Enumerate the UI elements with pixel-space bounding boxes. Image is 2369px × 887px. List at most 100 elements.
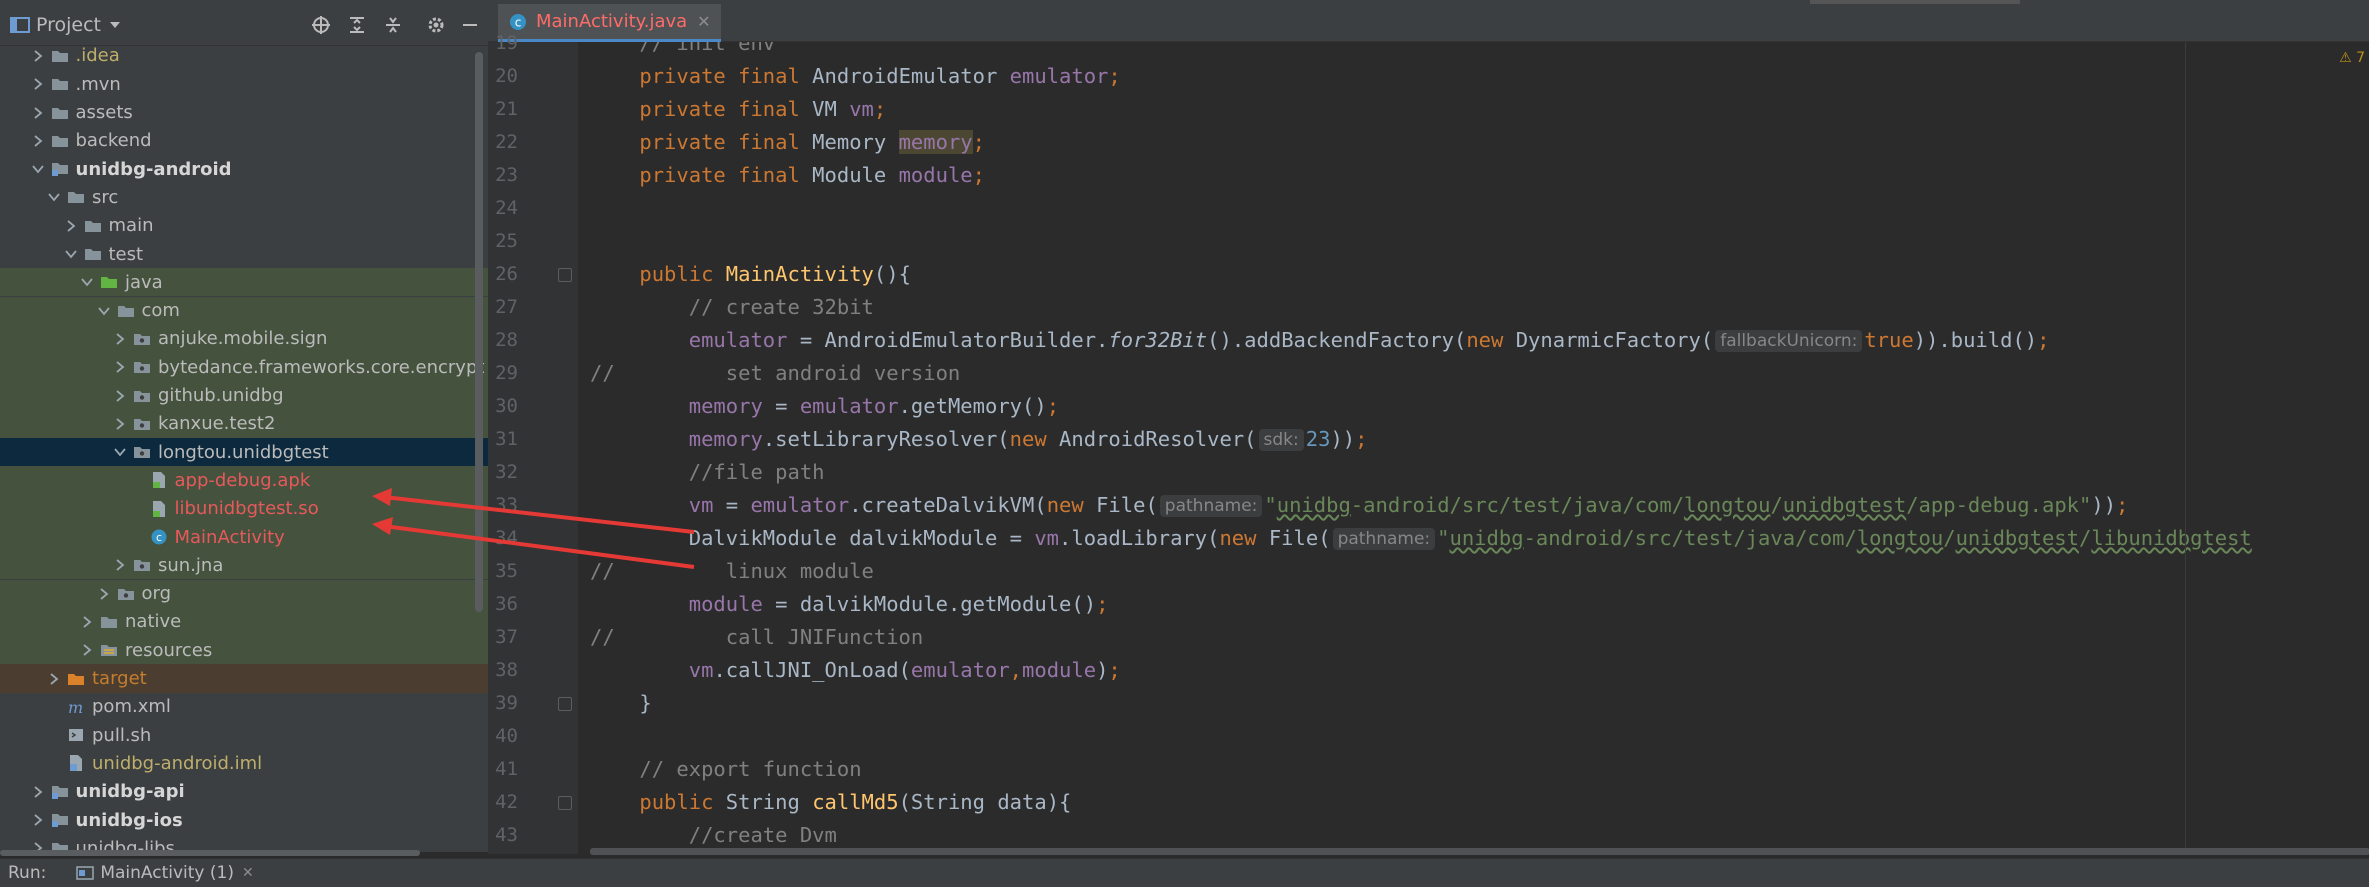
code-line[interactable]: // export function — [590, 753, 2369, 786]
tree-item[interactable]: .mvn — [0, 70, 488, 98]
tree-item[interactable]: kanxue.test2 — [0, 409, 488, 438]
chevron-right-icon[interactable] — [27, 782, 49, 802]
code-line[interactable]: public MainActivity(){ — [590, 258, 2369, 291]
chevron-right-icon[interactable] — [27, 74, 49, 94]
tree-item[interactable]: c MainActivity — [0, 522, 488, 552]
tree-item[interactable]: pull.sh — [0, 721, 488, 749]
chevron-right-icon[interactable] — [109, 555, 131, 575]
tree-item[interactable]: unidbg-api — [0, 778, 488, 806]
project-tree: unidbg [unidbg-parent] ~/Desktop/unidbg.… — [0, 46, 488, 852]
code-line[interactable]: public String callMd5(String data){ — [590, 786, 2369, 819]
chevron-down-icon[interactable] — [109, 442, 131, 462]
run-tab[interactable]: MainActivity (1) ✕ — [76, 863, 254, 883]
chevron-right-icon[interactable] — [27, 131, 49, 151]
code-token: private final — [639, 64, 813, 88]
code-line[interactable]: //file path — [590, 456, 2369, 489]
tree-item[interactable]: m pom.xml — [0, 693, 488, 721]
code-line[interactable]: // set android version — [590, 357, 2369, 390]
chevron-right-icon[interactable] — [109, 386, 131, 406]
tree-item[interactable]: app-debug.apk — [0, 466, 488, 495]
code-line[interactable]: vm = emulator.createDalvikVM(new File(pa… — [590, 489, 2369, 522]
tree-item[interactable]: unidbg-android.iml — [0, 749, 488, 777]
close-icon[interactable]: ✕ — [242, 865, 254, 881]
code-line[interactable]: // init env — [590, 42, 2369, 60]
tree-item[interactable]: anjuke.mobile.sign — [0, 324, 488, 354]
code-line[interactable]: module = dalvikModule.getModule(); — [590, 588, 2369, 621]
chevron-right-icon[interactable] — [109, 414, 131, 434]
tree-item[interactable]: src — [0, 183, 488, 211]
code-line[interactable]: } — [590, 687, 2369, 720]
code-line[interactable] — [590, 720, 2369, 753]
chevron-right-icon[interactable] — [60, 216, 82, 236]
chevron-right-icon[interactable] — [27, 810, 49, 830]
tree-item[interactable]: com — [0, 296, 488, 325]
expand-all-icon[interactable] — [347, 15, 367, 35]
fold-marker-icon[interactable] — [558, 268, 572, 282]
tree-item[interactable]: main — [0, 212, 488, 240]
chevron-right-icon[interactable] — [27, 46, 49, 66]
code-editor[interactable]: // init env private final AndroidEmulato… — [578, 42, 2369, 854]
tree-item[interactable]: native — [0, 607, 488, 637]
code-line[interactable] — [590, 225, 2369, 258]
tree-vertical-scrollbar[interactable] — [475, 52, 483, 612]
tree-item[interactable]: github.unidbg — [0, 381, 488, 410]
chevron-right-icon[interactable] — [27, 103, 49, 123]
tree-item[interactable]: .idea — [0, 46, 488, 70]
code-token: )) — [2091, 493, 2117, 517]
chevron-right-icon[interactable] — [109, 357, 131, 377]
chevron-right-icon[interactable] — [93, 584, 115, 604]
minimize-icon[interactable] — [460, 15, 480, 35]
code-token: (){ — [873, 262, 911, 286]
chevron-right-icon[interactable] — [109, 329, 131, 349]
tree-item[interactable]: longtou.unidbgtest — [0, 438, 488, 467]
code-line[interactable]: DalvikModule dalvikModule = vm.loadLibra… — [590, 522, 2369, 555]
close-icon[interactable]: ✕ — [697, 12, 710, 31]
collapse-all-icon[interactable] — [383, 15, 403, 35]
chevron-right-icon[interactable] — [76, 612, 98, 632]
tree-item[interactable]: unidbg-ios — [0, 806, 488, 834]
code-line[interactable]: memory.setLibraryResolver(new AndroidRes… — [590, 423, 2369, 456]
tree-item[interactable]: sun.jna — [0, 551, 488, 580]
chevron-right-icon[interactable] — [43, 669, 65, 689]
code-line[interactable] — [590, 192, 2369, 225]
fold-marker-icon[interactable] — [558, 796, 572, 810]
chevron-down-icon[interactable] — [27, 159, 49, 179]
code-line[interactable]: private final AndroidEmulator emulator; — [590, 60, 2369, 93]
chevron-down-icon[interactable] — [60, 244, 82, 264]
chevron-right-icon[interactable] — [76, 640, 98, 660]
tree-item[interactable]: target — [0, 664, 488, 693]
tree-item[interactable]: backend — [0, 127, 488, 155]
tree-item[interactable]: test — [0, 240, 488, 268]
chevron-down-icon[interactable] — [109, 20, 121, 30]
tree-item[interactable]: assets — [0, 98, 488, 126]
tab-mainactivity-java[interactable]: c MainActivity.java ✕ — [498, 4, 721, 42]
fold-marker-icon[interactable] — [558, 697, 572, 711]
tree-item[interactable]: org — [0, 579, 488, 608]
locate-icon[interactable] — [311, 15, 331, 35]
chevron-down-icon[interactable] — [93, 301, 115, 321]
tree-item[interactable]: unidbg-android — [0, 155, 488, 183]
gear-icon[interactable] — [426, 15, 446, 35]
code-line[interactable]: // create 32bit — [590, 291, 2369, 324]
code-line[interactable]: vm.callJNI_OnLoad(emulator,module); — [590, 654, 2369, 687]
code-line[interactable]: private final VM vm; — [590, 93, 2369, 126]
code-line[interactable]: // call JNIFunction — [590, 621, 2369, 654]
tree-item-label: app-debug.apk — [174, 469, 311, 491]
warnings-indicator[interactable]: ⚠ 7 — [2339, 50, 2365, 66]
tree-item-label: unidbg-android.iml — [92, 752, 263, 774]
chevron-down-icon[interactable] — [76, 272, 98, 292]
editor-horizontal-scrollbar[interactable] — [590, 848, 2369, 855]
code-line[interactable]: private final Module module; — [590, 159, 2369, 192]
chevron-down-icon[interactable] — [43, 187, 65, 207]
tree-item[interactable]: bytedance.frameworks.core.encrypt — [0, 353, 488, 382]
code-line[interactable]: memory = emulator.getMemory(); — [590, 390, 2369, 423]
tree-horizontal-scrollbar[interactable] — [0, 850, 420, 856]
code-line[interactable]: private final Memory memory; — [590, 126, 2369, 159]
code-line[interactable]: emulator = AndroidEmulatorBuilder.for32B… — [590, 324, 2369, 357]
tree-item[interactable]: java — [0, 268, 488, 297]
tree-item[interactable]: libunidbgtest.so — [0, 494, 488, 523]
project-panel-title[interactable]: Project — [36, 14, 101, 36]
code-line[interactable]: // linux module — [590, 555, 2369, 588]
tree-item[interactable]: resources — [0, 636, 488, 665]
